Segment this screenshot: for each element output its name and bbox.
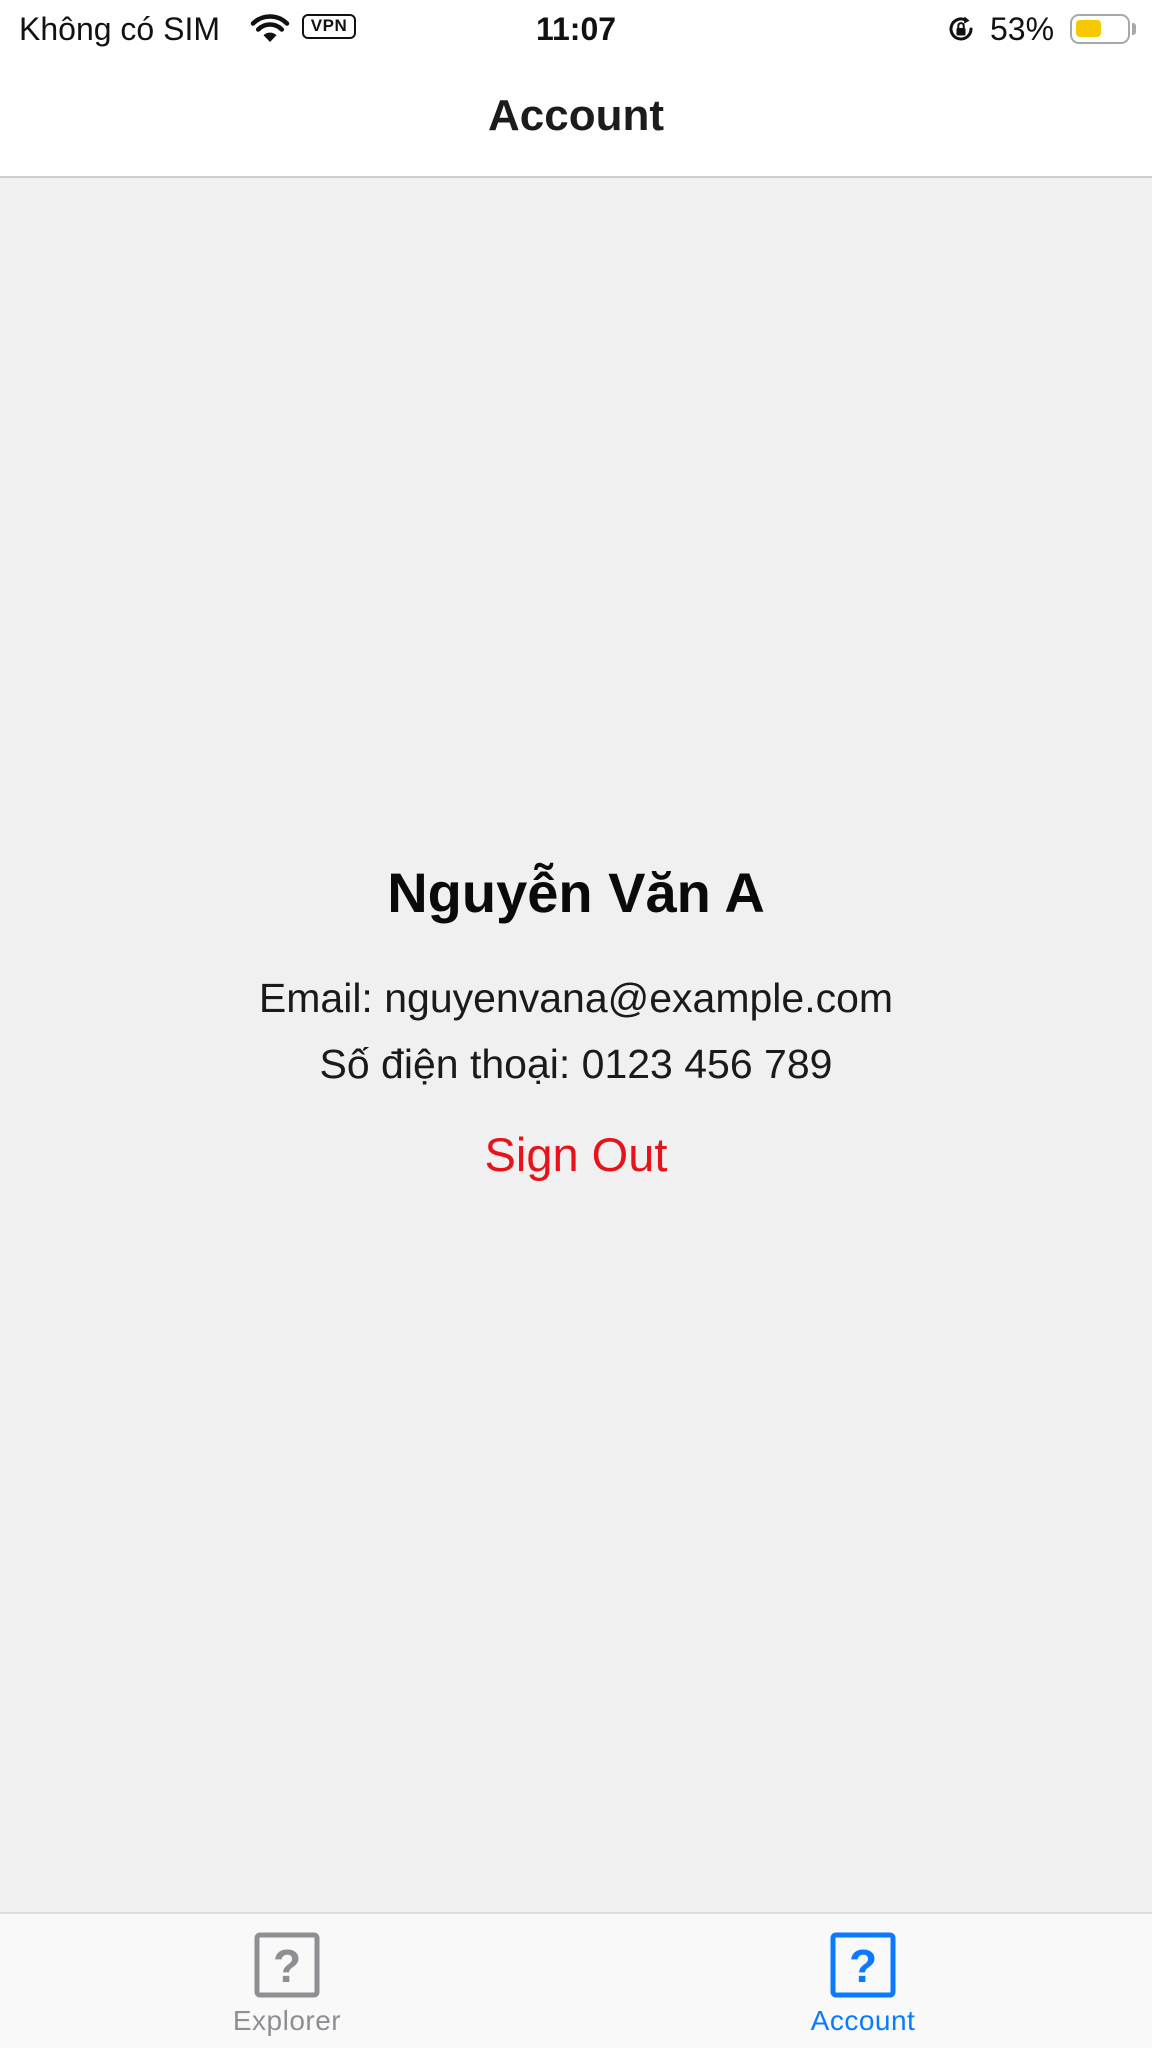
battery-tip (1132, 23, 1136, 35)
profile-section: Nguyễn Văn A Email: nguyenvana@example.c… (0, 858, 1152, 1184)
orientation-lock-icon (949, 16, 973, 41)
battery-icon (1070, 14, 1130, 44)
tab-account-label: Account (810, 2005, 916, 2036)
tab-bar: ? Explorer ? Account (0, 1912, 1152, 2048)
question-square-icon: ? (254, 1932, 320, 1998)
battery-percent: 53% (990, 11, 1055, 47)
svg-text:?: ? (273, 1940, 301, 1992)
svg-text:?: ? (849, 1940, 877, 1992)
tab-explorer-label: Explorer (232, 2005, 342, 2036)
sign-out-button[interactable]: Sign Out (485, 1126, 668, 1184)
status-bar: Không có SIM VPN 11:07 53% (0, 0, 1152, 58)
page-title: Account (488, 91, 664, 140)
tab-account[interactable]: ? Account (763, 1932, 963, 2042)
tab-explorer[interactable]: ? Explorer (187, 1932, 387, 2042)
question-square-icon: ? (830, 1932, 896, 1998)
user-name: Nguyễn Văn A (387, 861, 765, 924)
battery-fill (1076, 20, 1101, 37)
navigation-header: Account (0, 58, 1152, 178)
user-phone: Số điện thoại: 0123 456 789 (319, 1041, 833, 1087)
user-email: Email: nguyenvana@example.com (258, 975, 894, 1021)
clock-time: 11:07 (535, 11, 617, 47)
account-content: Nguyễn Văn A Email: nguyenvana@example.c… (0, 178, 1152, 1912)
